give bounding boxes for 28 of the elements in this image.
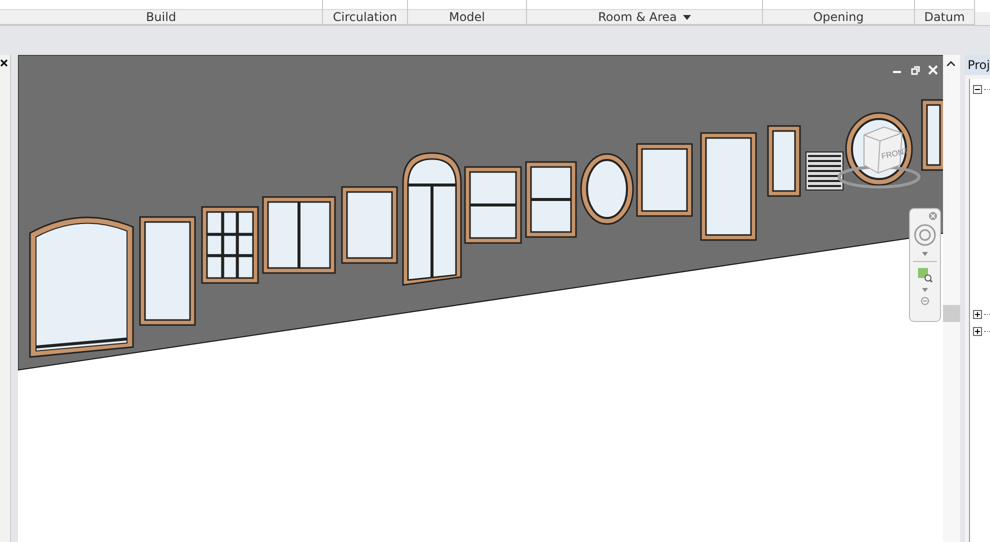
dropdown-caret-icon[interactable] [682, 14, 691, 20]
panel-title: Proj [968, 58, 990, 72]
scroll-up-icon[interactable] [946, 61, 955, 66]
view-cube-label: FRONT [880, 146, 910, 161]
scrollbar-thumb[interactable] [942, 305, 960, 322]
window-drawing [767, 125, 801, 197]
close-icon[interactable] [0, 59, 8, 67]
minus-icon[interactable] [920, 297, 929, 305]
ribbon-panel-label: Datum [924, 10, 965, 24]
collapse-icon[interactable] [972, 85, 982, 94]
expand-icon[interactable] [972, 310, 982, 319]
vertical-scrollbar[interactable] [942, 55, 960, 542]
view-cube-drawing[interactable] [837, 126, 920, 188]
steering-wheel-icon[interactable] [912, 223, 937, 247]
ribbon-panel-label: Build [146, 10, 176, 24]
caret-icon[interactable] [922, 252, 928, 256]
ribbon-panel-label: Circulation [332, 10, 398, 24]
window-drawing [921, 99, 943, 171]
ribbon-panel-label: Model [448, 10, 486, 24]
window-drawing [580, 153, 634, 225]
ribbon-panel-label: Opening [813, 10, 864, 24]
restore-icon[interactable] [910, 65, 920, 75]
ribbon-panel-label: Room & Area [598, 10, 677, 24]
vent-grille-drawing [805, 152, 844, 190]
zoom-icon[interactable] [916, 267, 933, 283]
expand-icon[interactable] [972, 327, 982, 336]
3d-viewport[interactable]: FRONT [18, 55, 943, 542]
caret-icon[interactable] [922, 288, 928, 292]
